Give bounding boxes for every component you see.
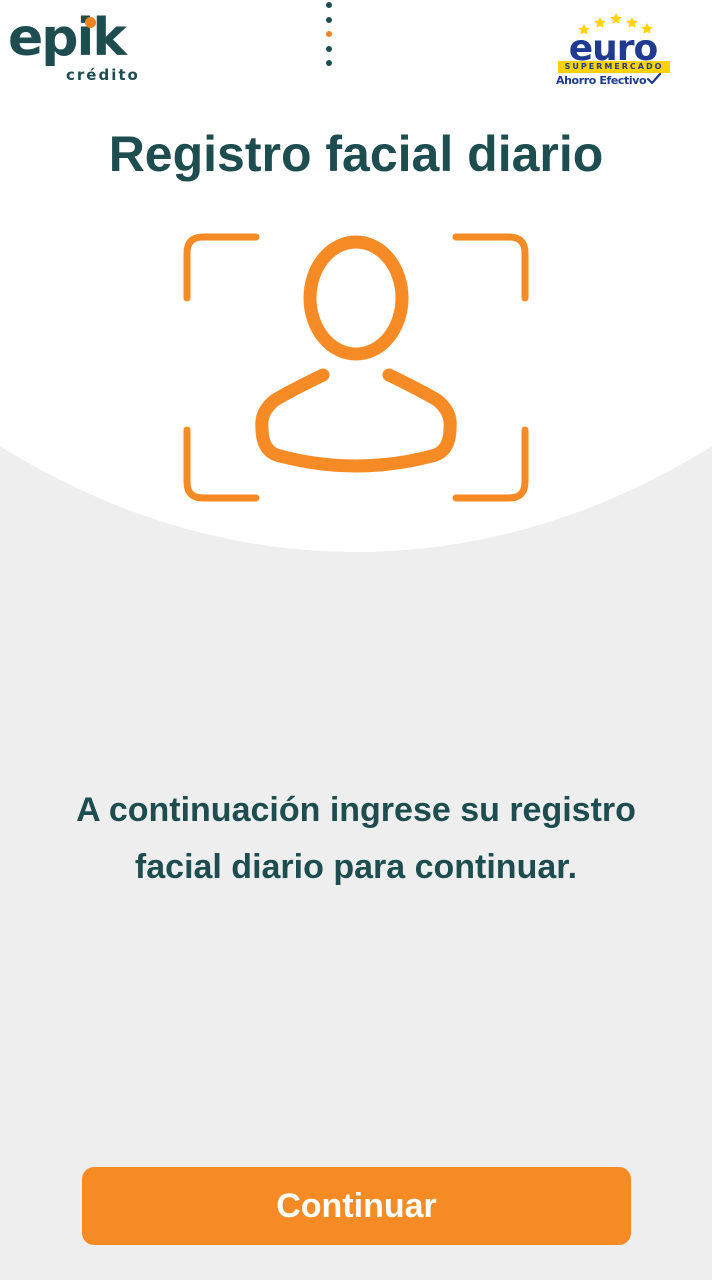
epik-logo-subtitle: crédito — [66, 66, 140, 84]
frame-corner-bottom-right — [452, 426, 529, 502]
header: epik crédito euro SUPERMERCADO Ahorro Ef… — [0, 0, 712, 100]
euro-logo-slogan: Ahorro Efectivo — [556, 72, 680, 88]
menu-dot — [326, 2, 332, 8]
euro-supermercado-logo: euro SUPERMERCADO Ahorro Efectivo — [552, 12, 680, 90]
menu-dot-active — [326, 31, 332, 37]
head-outline — [303, 235, 409, 361]
instructions-text: A continuación ingrese su registro facia… — [76, 791, 636, 886]
menu-dot — [326, 60, 332, 66]
face-scan-icon — [183, 233, 529, 502]
vertical-dots-menu-icon[interactable] — [322, 0, 336, 72]
euro-logo-band: SUPERMERCADO — [558, 61, 670, 73]
frame-corner-top-right — [452, 233, 529, 302]
euro-slogan-text: Ahorro Efectivo — [556, 74, 647, 87]
epik-logo-dot — [85, 17, 96, 28]
checkmark-icon — [647, 72, 662, 85]
menu-dot — [326, 17, 332, 23]
continue-button[interactable]: Continuar — [82, 1167, 631, 1245]
frame-corner-top-left — [183, 233, 260, 302]
epik-credito-logo: epik crédito — [8, 8, 140, 88]
epik-logo-word: epik — [8, 8, 127, 68]
menu-dot — [326, 46, 332, 52]
frame-corner-bottom-left — [183, 426, 260, 502]
shoulders-outline — [255, 368, 457, 473]
page-title: Registro facial diario — [108, 126, 604, 182]
